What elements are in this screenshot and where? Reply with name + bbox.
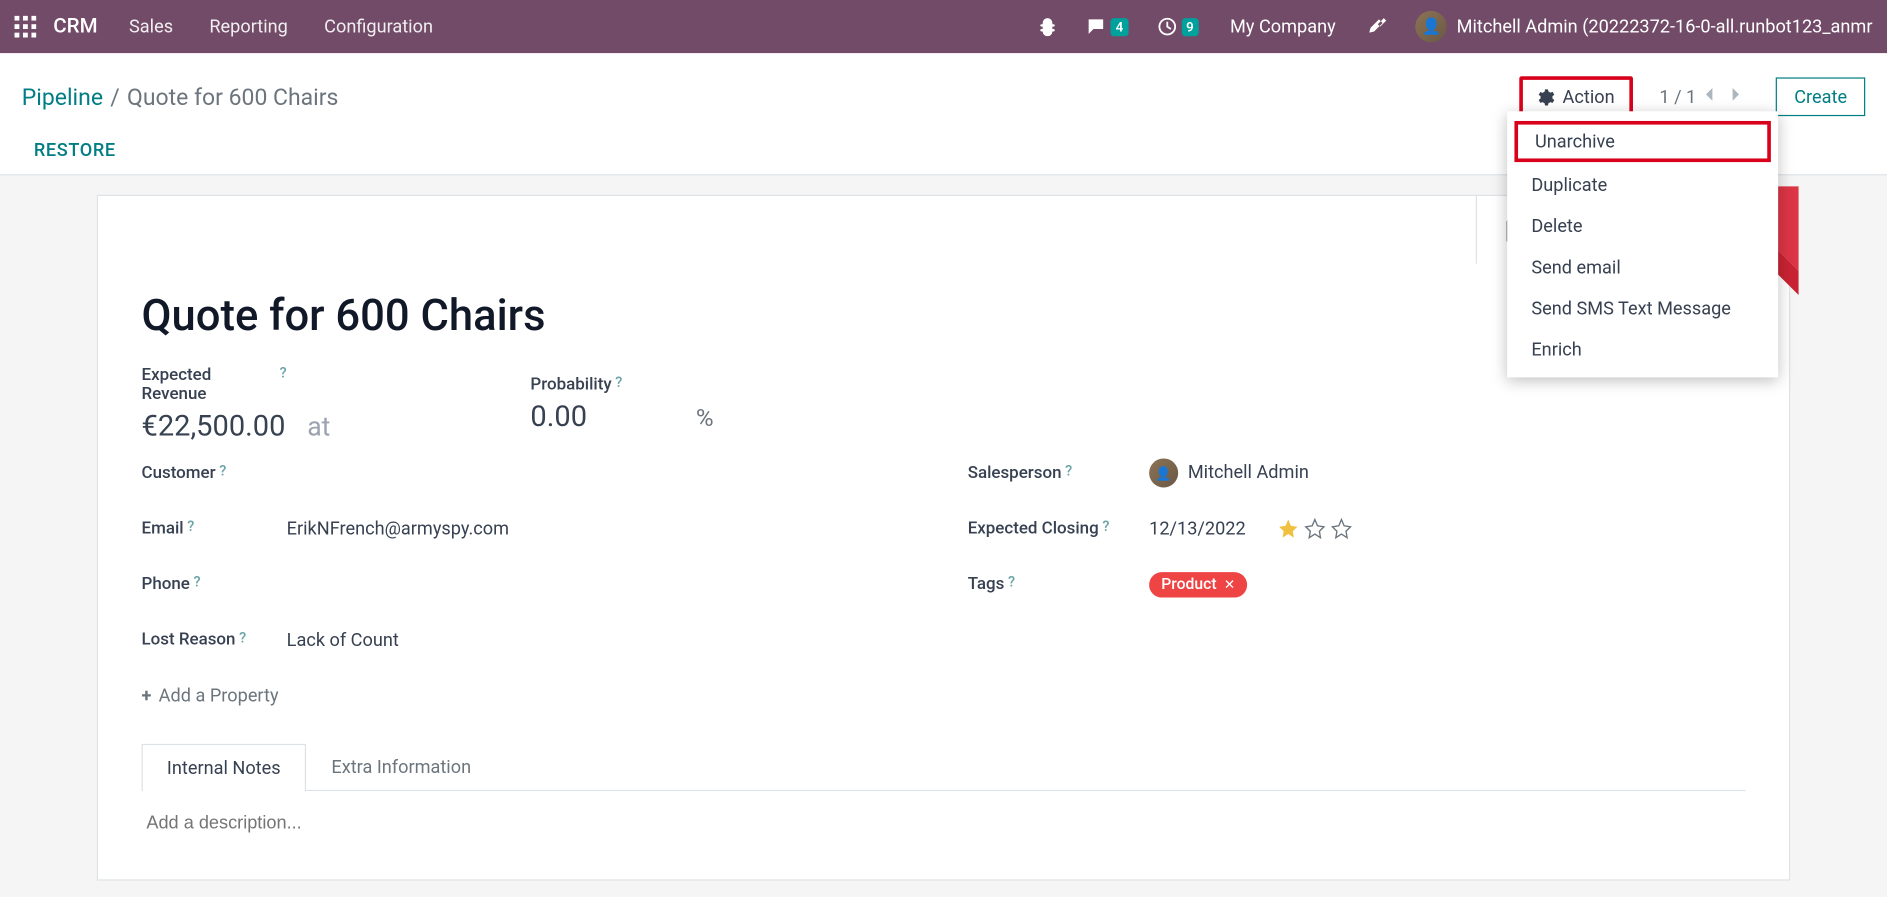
user-menu[interactable]: 👤 Mitchell Admin (20222372-16-0-all.runb… — [1416, 11, 1873, 42]
phone-label: Phone? — [142, 575, 287, 594]
nav-reporting[interactable]: Reporting — [209, 16, 287, 38]
expected-revenue-value[interactable]: €22,500.00 — [142, 409, 286, 443]
at-label: at — [307, 412, 330, 442]
tags-label: Tags? — [968, 575, 1149, 594]
user-name: Mitchell Admin (20222372-16-0-all.runbot… — [1457, 16, 1873, 38]
action-enrich[interactable]: Enrich — [1507, 329, 1778, 370]
salesperson-value[interactable]: 👤Mitchell Admin — [1149, 458, 1309, 487]
priority-stars[interactable] — [1277, 518, 1352, 540]
plus-icon: + — [142, 685, 152, 707]
form-tabs: Internal Notes Extra Information — [142, 743, 1746, 791]
lost-reason-label: Lost Reason? — [142, 630, 287, 649]
activities-icon[interactable]: 9 — [1157, 17, 1198, 36]
lost-reason-value[interactable]: Lack of Count — [287, 629, 399, 651]
action-dropdown-menu: Unarchive Duplicate Delete Send email Se… — [1507, 111, 1778, 377]
breadcrumb: Pipeline / Quote for 600 Chairs — [22, 83, 339, 111]
email-value[interactable]: ErikNFrench@armyspy.com — [287, 518, 509, 540]
expected-closing-label: Expected Closing? — [968, 519, 1149, 538]
nav-configuration[interactable]: Configuration — [324, 16, 433, 38]
star-2-icon[interactable] — [1304, 518, 1326, 540]
top-navbar: CRM Sales Reporting Configuration 4 9 My… — [0, 0, 1887, 53]
probability-label: Probability? — [530, 375, 675, 394]
star-3-icon[interactable] — [1330, 518, 1352, 540]
tab-extra-info[interactable]: Extra Information — [306, 743, 496, 790]
action-send-sms[interactable]: Send SMS Text Message — [1507, 288, 1778, 329]
discuss-badge: 4 — [1111, 18, 1128, 36]
expected-closing-value[interactable]: 12/13/2022 — [1149, 518, 1246, 540]
tools-icon[interactable] — [1367, 16, 1389, 38]
email-label: Email? — [142, 519, 287, 538]
record-title[interactable]: Quote for 600 Chairs — [142, 290, 1746, 341]
create-button[interactable]: Create — [1776, 77, 1865, 116]
activities-badge: 9 — [1181, 18, 1198, 36]
action-duplicate[interactable]: Duplicate — [1507, 165, 1778, 206]
apps-grid-icon[interactable] — [15, 16, 37, 38]
breadcrumb-separator: / — [110, 83, 119, 111]
action-button-label: Action — [1563, 86, 1615, 108]
expected-revenue-label: Expected Revenue? — [142, 365, 287, 404]
restore-button[interactable]: RESTORE — [34, 139, 116, 161]
pager-next[interactable] — [1728, 86, 1745, 108]
salesperson-avatar-icon: 👤 — [1149, 458, 1178, 487]
app-brand[interactable]: CRM — [53, 15, 97, 39]
discuss-icon[interactable]: 4 — [1087, 17, 1128, 36]
tag-remove-icon[interactable]: ✕ — [1224, 576, 1235, 592]
star-1-icon[interactable] — [1277, 518, 1299, 540]
nav-sales[interactable]: Sales — [129, 16, 173, 38]
action-send-email[interactable]: Send email — [1507, 247, 1778, 288]
probability-value[interactable]: 0.00 — [530, 399, 587, 433]
pct-symbol: % — [696, 403, 714, 432]
breadcrumb-current: Quote for 600 Chairs — [127, 83, 338, 111]
action-unarchive[interactable]: Unarchive — [1514, 121, 1770, 162]
add-property-button[interactable]: + Add a Property — [142, 685, 920, 707]
pager-value[interactable]: 1 / 1 — [1659, 86, 1696, 108]
gear-icon — [1537, 88, 1555, 106]
tab-internal-notes[interactable]: Internal Notes — [142, 744, 306, 791]
user-avatar-icon: 👤 — [1416, 11, 1447, 42]
pager: 1 / 1 — [1659, 86, 1749, 108]
breadcrumb-root[interactable]: Pipeline — [22, 83, 103, 111]
company-selector[interactable]: My Company — [1230, 16, 1336, 38]
debug-icon[interactable] — [1038, 17, 1057, 36]
action-delete[interactable]: Delete — [1507, 206, 1778, 247]
pager-prev[interactable] — [1701, 86, 1718, 108]
salesperson-label: Salesperson? — [968, 463, 1149, 482]
customer-label: Customer? — [142, 463, 287, 482]
tag-product[interactable]: Product✕ — [1149, 572, 1247, 597]
description-input[interactable] — [142, 791, 1746, 855]
